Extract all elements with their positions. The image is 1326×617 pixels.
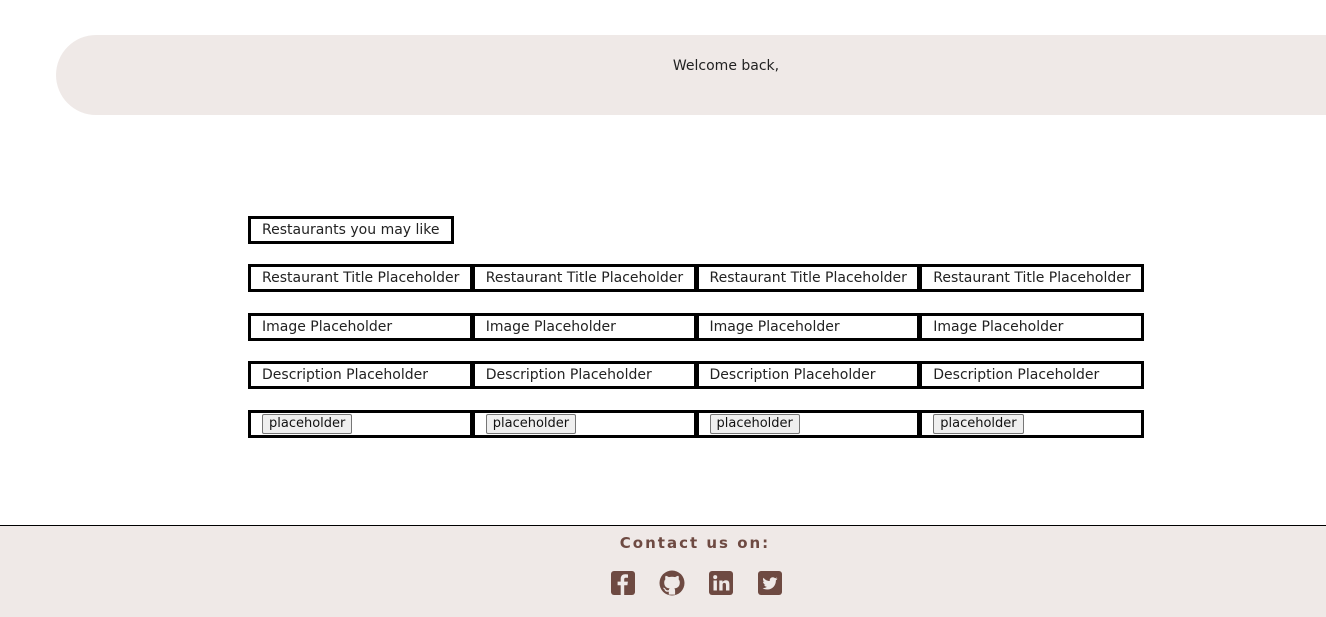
restaurant-title: Restaurant Title Placeholder (251, 267, 475, 289)
footer: Contact us on: (0, 525, 1326, 617)
linkedin-icon[interactable] (708, 570, 734, 596)
welcome-text: Welcome back, (672, 58, 780, 74)
restaurant-image: Image Placeholder (699, 316, 923, 338)
restaurant-title: Restaurant Title Placeholder (933, 270, 1131, 286)
restaurant-title: Restaurant Title Placeholder (699, 267, 923, 289)
restaurant-image: Image Placeholder (251, 316, 475, 338)
twitter-icon[interactable] (757, 570, 783, 596)
section-title: Restaurants you may like (248, 216, 454, 244)
restaurant-description: Description Placeholder (475, 364, 699, 386)
restaurant-description-row: Description Placeholder Description Plac… (248, 361, 1144, 389)
restaurant-button-row: placeholder placeholder placeholder plac… (248, 410, 1144, 438)
restaurant-button-cell: placeholder (475, 413, 699, 435)
contact-title: Contact us on: (619, 534, 771, 552)
restaurant-image: Image Placeholder (933, 319, 1064, 335)
restaurant-description: Description Placeholder (251, 364, 475, 386)
restaurant-description: Description Placeholder (933, 367, 1100, 383)
restaurant-button-cell: placeholder (251, 413, 475, 435)
restaurant-button-cell: placeholder (699, 413, 923, 435)
welcome-banner: Welcome back, (56, 35, 1326, 115)
social-links (610, 570, 783, 596)
restaurant-title-row: Restaurant Title Placeholder Restaurant … (248, 264, 1144, 292)
restaurant-title: Restaurant Title Placeholder (475, 267, 699, 289)
restaurant-placeholder-button[interactable]: placeholder (262, 414, 353, 434)
restaurant-image-row: Image Placeholder Image Placeholder Imag… (248, 313, 1144, 341)
restaurant-image: Image Placeholder (475, 316, 699, 338)
restaurant-placeholder-button[interactable]: placeholder (933, 414, 1024, 434)
restaurant-button-cell: placeholder (922, 413, 1141, 435)
restaurant-description: Description Placeholder (699, 364, 923, 386)
restaurant-placeholder-button[interactable]: placeholder (709, 414, 800, 434)
github-icon[interactable] (659, 570, 685, 596)
facebook-icon[interactable] (610, 570, 636, 596)
restaurant-placeholder-button[interactable]: placeholder (485, 414, 577, 434)
